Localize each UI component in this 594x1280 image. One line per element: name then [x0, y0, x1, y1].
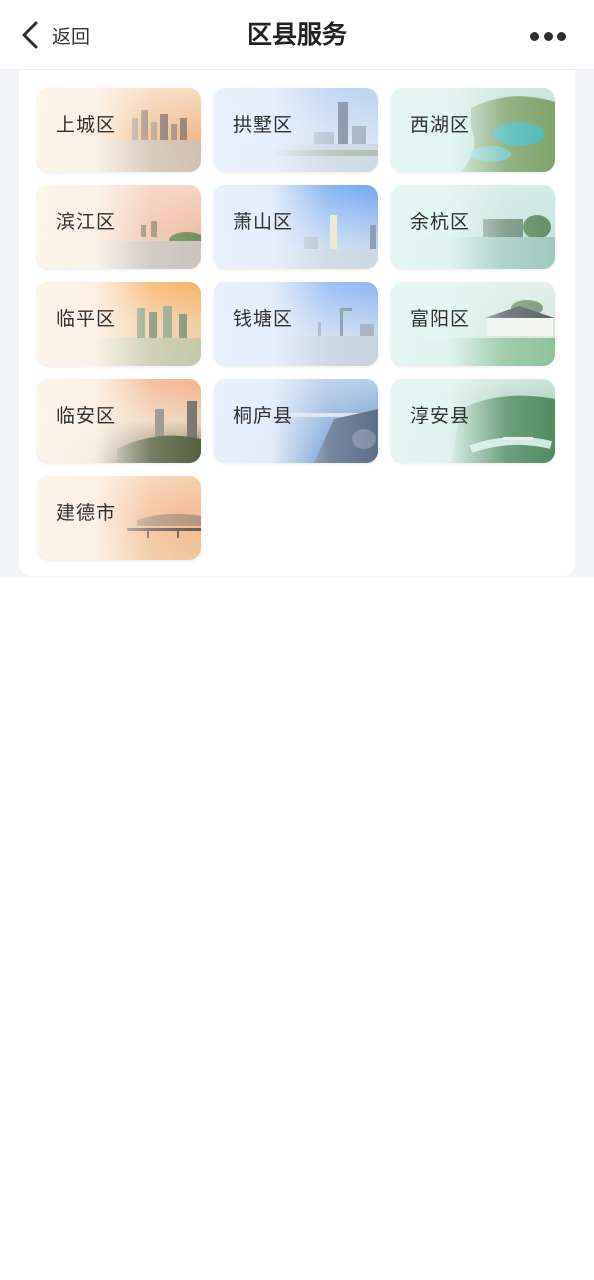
- district-tile-chun-an[interactable]: 淳安县: [391, 379, 555, 463]
- district-tile-xiaoshan[interactable]: 萧山区: [214, 185, 378, 269]
- district-tile-shangcheng[interactable]: 上城区: [37, 88, 201, 172]
- district-tile-linping[interactable]: 临平区: [37, 282, 201, 366]
- district-label: 淳安县: [410, 405, 471, 427]
- district-tile-tonglu[interactable]: 桐庐县: [214, 379, 378, 463]
- district-label: 临平区: [56, 308, 117, 330]
- district-label: 临安区: [56, 405, 117, 427]
- back-button[interactable]: 返回: [18, 16, 90, 54]
- district-label: 萧山区: [233, 211, 294, 233]
- more-options-button[interactable]: [530, 26, 566, 46]
- district-tile-lin-an[interactable]: 临安区: [37, 379, 201, 463]
- district-tile-yuhang[interactable]: 余杭区: [391, 185, 555, 269]
- district-label: 上城区: [56, 114, 117, 136]
- district-grid: 上城区 拱墅区 西湖区 滨江区 萧山区 余杭区 临平区 钱塘区 富阳区 临安区 …: [37, 88, 555, 560]
- district-label: 钱塘区: [233, 308, 294, 330]
- district-label: 余杭区: [410, 211, 471, 233]
- district-tile-fuyang[interactable]: 富阳区: [391, 282, 555, 366]
- district-label: 桐庐县: [233, 405, 294, 427]
- more-dot-icon: [530, 31, 539, 41]
- district-tile-gongshu[interactable]: 拱墅区: [214, 88, 378, 172]
- more-dot-icon: [557, 31, 566, 41]
- back-label: 返回: [52, 25, 91, 48]
- district-label: 富阳区: [410, 308, 471, 330]
- district-label: 建德市: [56, 502, 117, 524]
- district-tile-binjiang[interactable]: 滨江区: [37, 185, 201, 269]
- district-tile-xihu[interactable]: 西湖区: [391, 88, 555, 172]
- chevron-left-icon: [22, 21, 38, 49]
- district-card: 上城区 拱墅区 西湖区 滨江区 萧山区 余杭区 临平区 钱塘区 富阳区 临安区 …: [19, 70, 575, 576]
- district-label: 西湖区: [410, 114, 471, 136]
- district-label: 拱墅区: [233, 114, 294, 136]
- district-tile-qiantang[interactable]: 钱塘区: [214, 282, 378, 366]
- district-label: 滨江区: [56, 211, 117, 233]
- more-dot-icon: [543, 31, 553, 41]
- nav-bar: 返回 区县服务: [0, 0, 594, 70]
- district-tile-jiande[interactable]: 建德市: [37, 476, 201, 560]
